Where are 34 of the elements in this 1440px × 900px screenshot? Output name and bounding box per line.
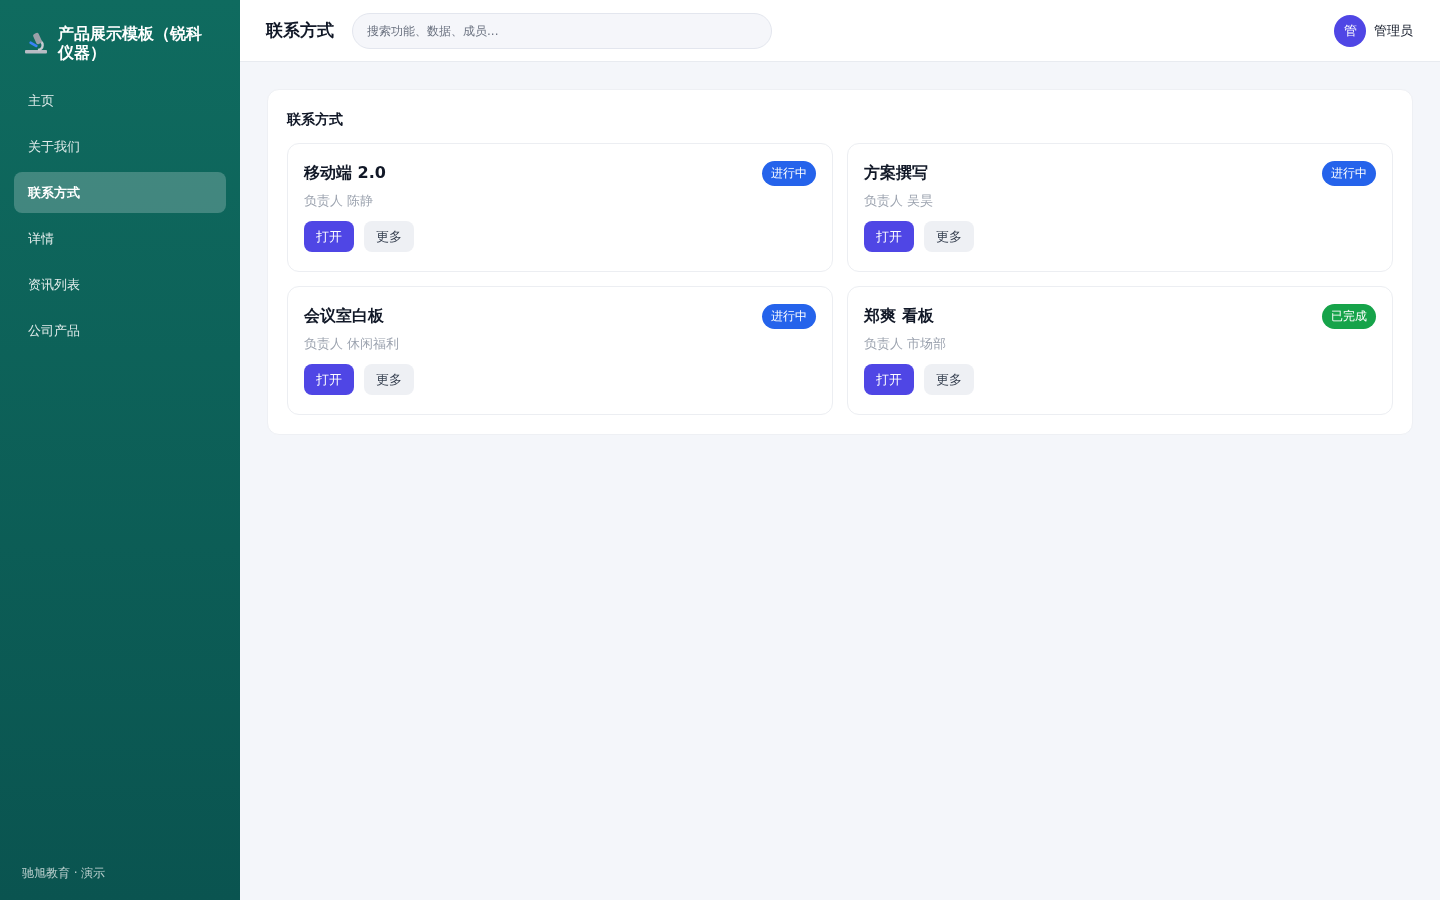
microscope-icon <box>24 31 48 55</box>
card-owner: 负责人 陈静 <box>304 192 375 210</box>
nav-item[interactable]: 详情 <box>14 218 226 259</box>
status-tag: 已完成 <box>1322 303 1376 329</box>
card-title: 移动端 2.0 <box>304 162 386 184</box>
status-tag: 进行中 <box>762 303 816 329</box>
nav-item[interactable]: 主页 <box>14 80 226 121</box>
brand-title: 产品展示模板（锐科仪器） <box>58 24 203 62</box>
nav-item[interactable]: 资讯列表 <box>14 264 226 305</box>
open-button[interactable]: 打开 <box>304 364 354 395</box>
more-button[interactable]: 更多 <box>364 364 414 395</box>
open-button[interactable]: 打开 <box>864 364 914 395</box>
card-title: 郑爽 看板 <box>864 305 934 327</box>
nav-item[interactable]: 联系方式 <box>14 172 226 213</box>
card-title: 方案撰写 <box>864 162 928 184</box>
more-button[interactable]: 更多 <box>924 364 974 395</box>
open-button[interactable]: 打开 <box>304 221 354 252</box>
status-tag: 进行中 <box>1322 160 1376 186</box>
open-button[interactable]: 打开 <box>864 221 914 252</box>
card-owner: 负责人 市场部 <box>864 335 948 353</box>
more-button[interactable]: 更多 <box>364 221 414 252</box>
user-avatar[interactable]: 管 <box>1334 14 1366 47</box>
page-title: 联系方式 <box>266 19 334 42</box>
card-title: 会议室白板 <box>304 305 384 327</box>
nav-item[interactable]: 关于我们 <box>14 126 226 167</box>
card-owner: 负责人 休闲福利 <box>304 335 401 353</box>
status-tag: 进行中 <box>762 160 816 186</box>
user-name: 管理员 <box>1374 21 1413 40</box>
search-field[interactable]: 搜索功能、数据、成员... <box>352 12 772 49</box>
sidebar-footer: 驰旭教育 · 演示 <box>14 865 226 882</box>
nav-item[interactable]: 公司产品 <box>14 310 226 351</box>
panel-title: 联系方式 <box>287 110 344 129</box>
more-button[interactable]: 更多 <box>924 221 974 252</box>
card-owner: 负责人 吴昊 <box>864 192 935 210</box>
